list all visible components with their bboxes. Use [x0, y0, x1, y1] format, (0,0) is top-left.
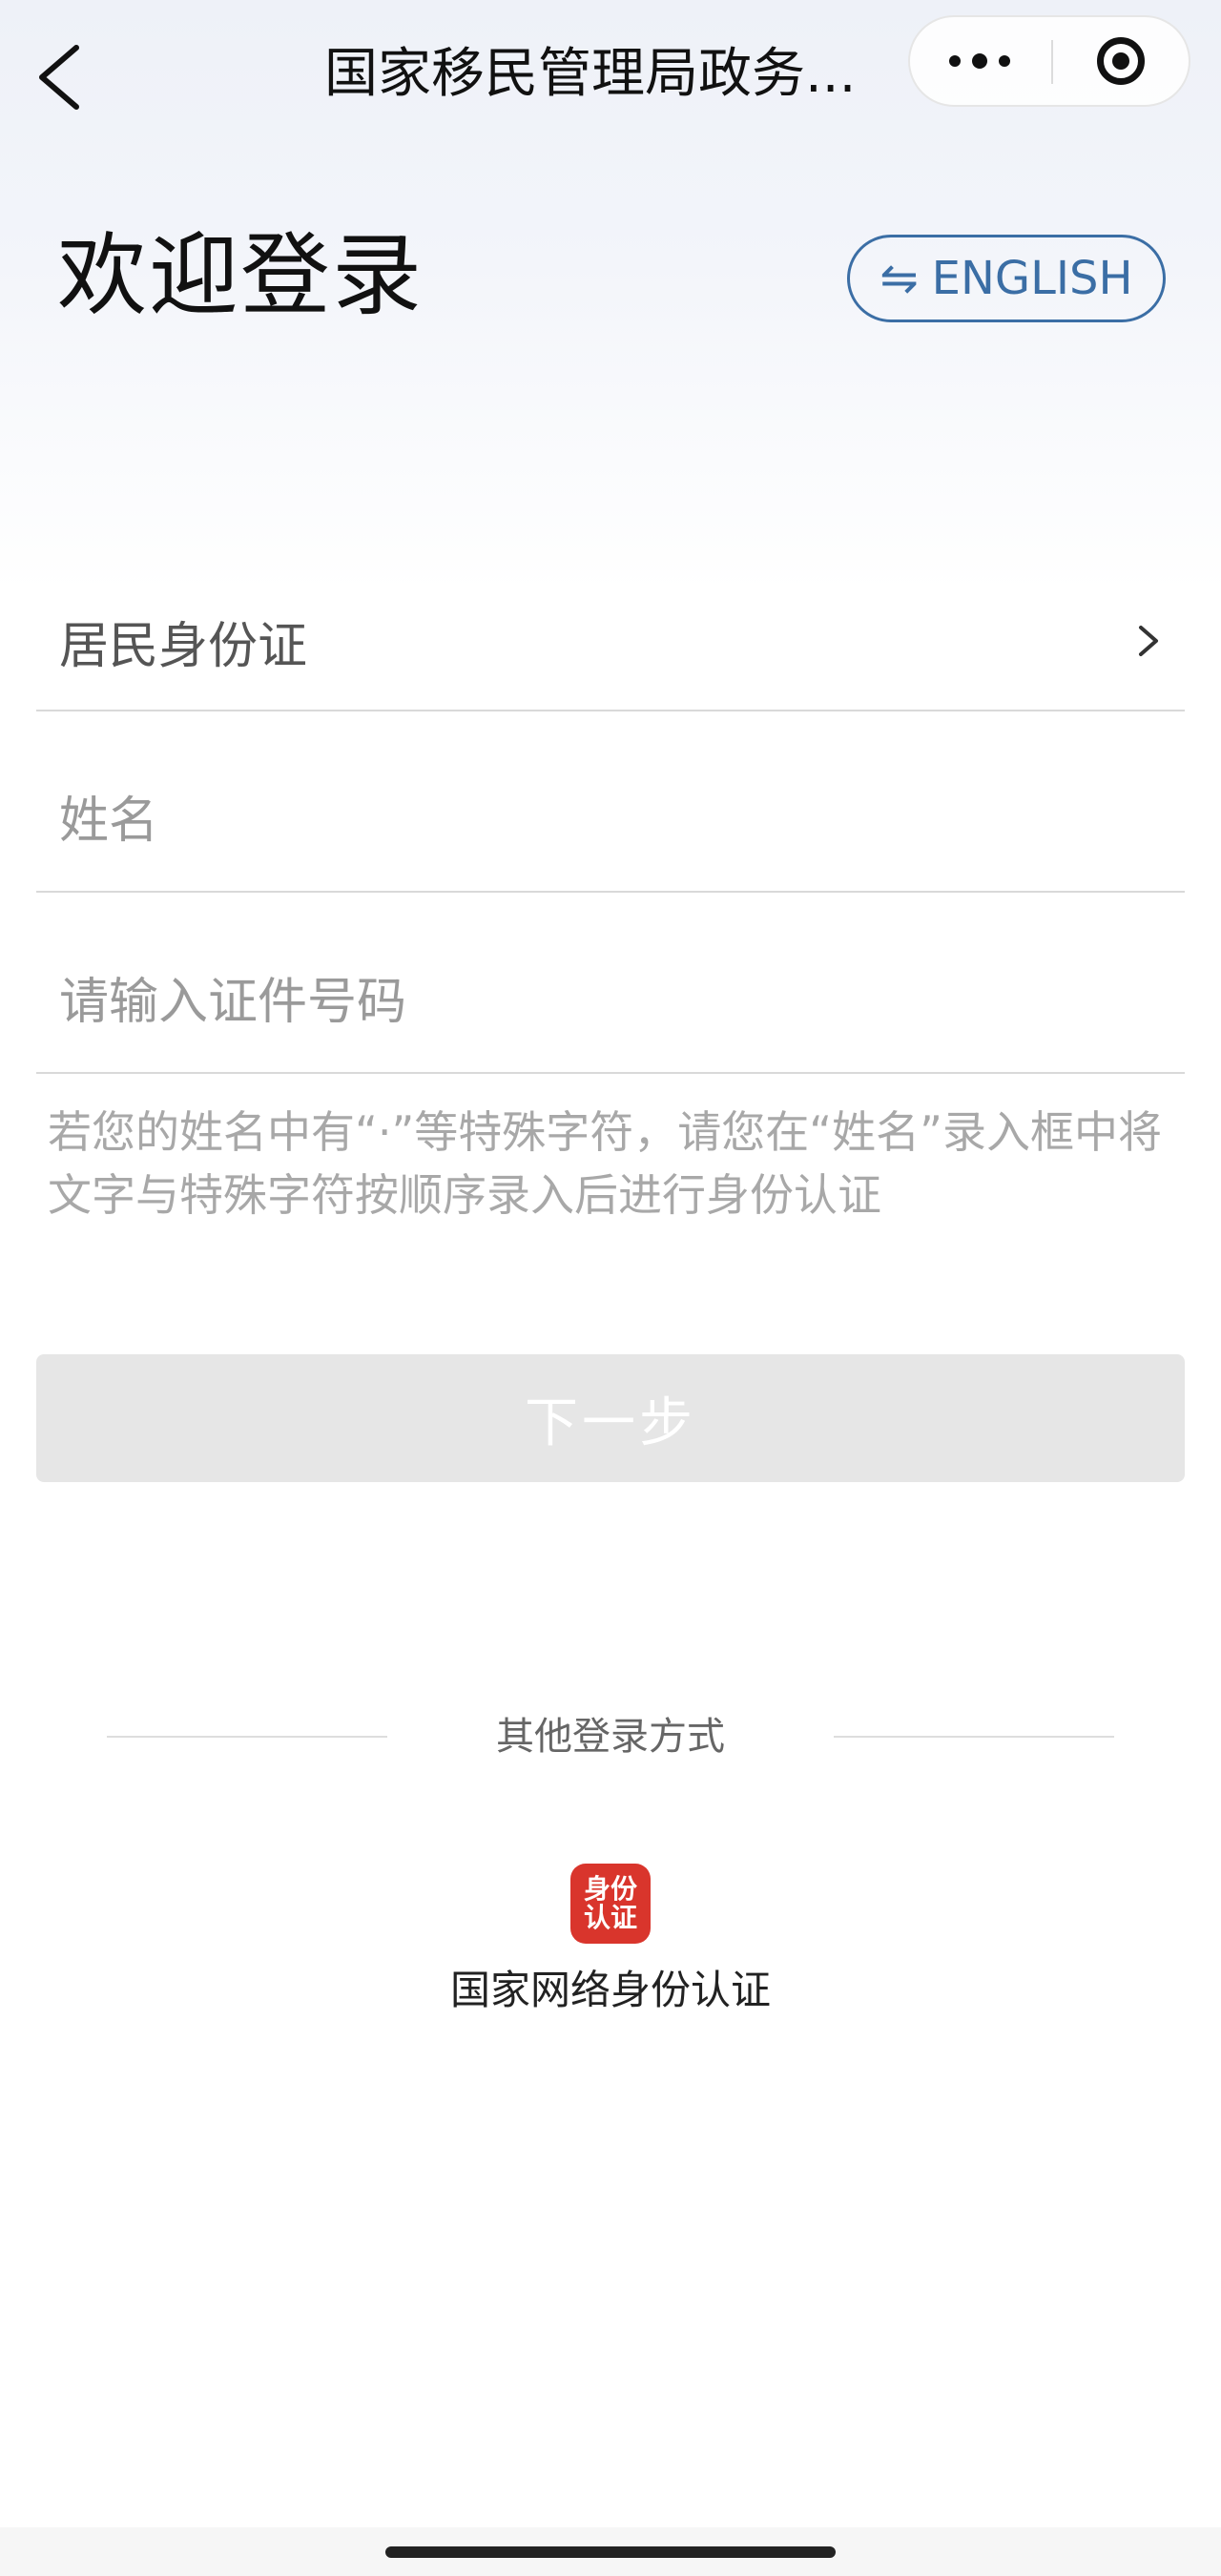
name-field-row: [36, 711, 1185, 893]
national-network-identity-logo[interactable]: 身份 认证: [570, 1864, 651, 1944]
divider-right: [834, 1736, 1114, 1738]
next-step-button[interactable]: 下一步: [36, 1354, 1185, 1482]
name-input[interactable]: [59, 778, 1156, 864]
back-button[interactable]: [27, 34, 93, 120]
id-number-field-row: [36, 893, 1185, 1074]
english-language-button[interactable]: ⇋ ENGLISH: [847, 235, 1166, 322]
special-character-hint: 若您的姓名中有“·”等特殊字符，请您在“姓名”录入框中将文字与特殊字符按顺序录入…: [48, 1106, 1162, 1221]
nav-title: 国家移民管理局政务...: [324, 43, 857, 105]
id-type-selector[interactable]: 居民身份证: [36, 572, 1185, 711]
chevron-right-icon: [1139, 626, 1158, 656]
logo-text-bottom: 认证: [583, 1902, 637, 1933]
id-type-value: 居民身份证: [59, 617, 308, 675]
logo-text-top: 身份: [583, 1873, 637, 1905]
id-number-input[interactable]: [59, 959, 1156, 1045]
dot: [949, 55, 961, 67]
close-mini-program-button[interactable]: [1053, 17, 1189, 105]
chevron-left-icon: [39, 45, 79, 110]
more-button[interactable]: [910, 17, 1049, 105]
national-network-identity-label[interactable]: 国家网络身份认证: [362, 1963, 859, 2018]
page-title: 欢迎登录: [57, 224, 424, 328]
divider-left: [107, 1736, 387, 1738]
dot: [999, 55, 1010, 67]
dot: [972, 53, 987, 69]
home-indicator[interactable]: [385, 2546, 836, 2558]
switch-arrows-icon: ⇋: [880, 252, 919, 305]
other-login-title: 其他登录方式: [496, 1715, 725, 1759]
target-circle-icon: [1097, 37, 1145, 85]
language-button-label: ENGLISH: [931, 252, 1133, 305]
mini-program-capsule: [908, 15, 1190, 107]
